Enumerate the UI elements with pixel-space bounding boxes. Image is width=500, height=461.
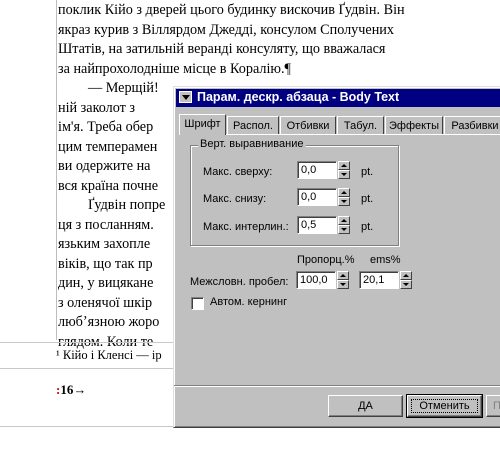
proportional-header: Пропорц.% <box>297 254 355 266</box>
doc-line: за найпрохолодніше місце в Коралію.¶ <box>58 60 291 77</box>
tab-layout[interactable]: Распол. <box>227 116 279 134</box>
auto-kerning-label[interactable]: Автом. кернинг <box>210 296 287 308</box>
column-guide <box>56 0 57 340</box>
max-bottom-unit: pt. <box>361 193 374 205</box>
max-bottom-label: Макс. снизу: <box>203 193 267 205</box>
dialog-titlebar[interactable]: Парам. дескр. абзаца - Body Text <box>176 89 500 107</box>
footnote: ¹ Кійо і Кленсі — ір <box>56 348 162 362</box>
tab-font[interactable]: Шрифт <box>179 114 226 135</box>
tab-tabs[interactable]: Табул. <box>337 116 384 134</box>
doc-line: якраз курив з Віллярдом Джедді, консулом… <box>58 21 394 38</box>
max-top-spinner[interactable] <box>338 161 350 179</box>
doc-line: поклик Кійо з дверей цього будинку виско… <box>58 2 405 18</box>
ems-header: ems% <box>370 254 401 266</box>
page-divider <box>0 426 175 427</box>
doc-line: Штатів, на затильній веранді консуляту, … <box>58 41 386 57</box>
ok-button-label: ДА <box>358 400 373 412</box>
spin-up-icon[interactable] <box>338 188 350 197</box>
spin-up-icon[interactable] <box>337 271 349 280</box>
third-button-label: П <box>493 400 500 412</box>
focus-ring <box>411 399 478 413</box>
spin-down-icon[interactable] <box>338 170 350 179</box>
tab-spacing[interactable]: Отбивки <box>280 116 336 134</box>
max-bottom-spinner[interactable] <box>338 188 350 206</box>
group-title: Верт. выравнивание <box>198 138 306 150</box>
max-top-unit: pt. <box>361 166 374 178</box>
third-button[interactable]: П <box>486 395 500 417</box>
word-spacing-label: Межсловн. пробел: <box>190 276 289 288</box>
max-bottom-input[interactable]: 0,0 <box>297 188 337 206</box>
page-number: :16→ <box>56 382 87 397</box>
word-spacing-percent-input[interactable]: 100,0 <box>296 271 336 289</box>
spin-up-icon[interactable] <box>338 216 350 225</box>
system-menu-icon[interactable] <box>179 91 192 103</box>
page-number-value: 16 <box>60 382 74 397</box>
page-divider <box>0 368 175 369</box>
spin-down-icon[interactable] <box>337 280 349 289</box>
page-marker-icon: → <box>73 382 87 397</box>
spin-down-icon[interactable] <box>400 280 412 289</box>
cancel-button[interactable]: Отменить <box>406 394 483 418</box>
max-top-label: Макс. сверху: <box>203 166 273 178</box>
spin-down-icon[interactable] <box>338 225 350 234</box>
word-spacing-ems-spinner[interactable] <box>400 271 412 289</box>
max-top-input[interactable]: 0,0 <box>297 161 337 179</box>
tab-breaks[interactable]: Разбивки <box>444 116 500 134</box>
spin-up-icon[interactable] <box>338 161 350 170</box>
paragraph-params-dialog: Парам. дескр. абзаца - Body Text Шрифт Р… <box>173 86 500 428</box>
spin-up-icon[interactable] <box>400 271 412 280</box>
spin-down-icon[interactable] <box>338 197 350 206</box>
dialog-separator <box>174 385 500 387</box>
dialog-title: Парам. дескр. абзаца - Body Text <box>197 90 400 104</box>
ok-button[interactable]: ДА <box>328 395 403 417</box>
max-interline-unit: pt. <box>361 221 374 233</box>
max-interline-label: Макс. интерлин.: <box>203 221 289 233</box>
word-spacing-ems-input[interactable]: 20,1 <box>359 271 399 289</box>
max-interline-spinner[interactable] <box>338 216 350 234</box>
word-spacing-percent-spinner[interactable] <box>337 271 349 289</box>
max-interline-input[interactable]: 0,5 <box>297 216 337 234</box>
auto-kerning-checkbox[interactable] <box>191 297 204 310</box>
tab-effects[interactable]: Эффекты <box>385 116 443 134</box>
